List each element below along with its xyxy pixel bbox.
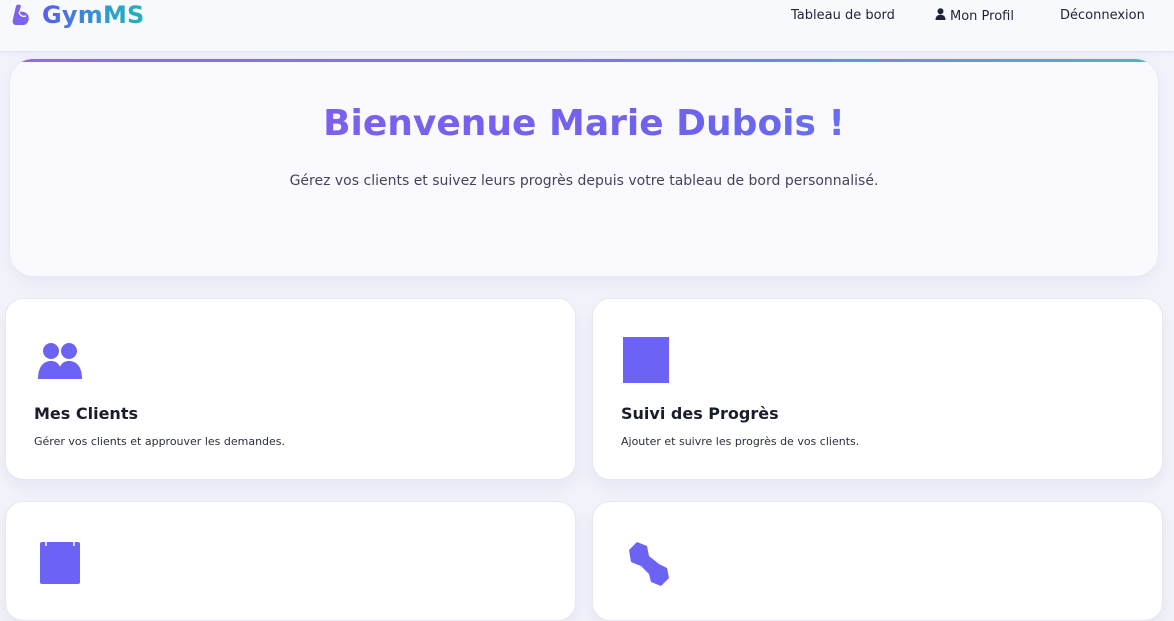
nav-logout-label: Déconnexion: [1060, 8, 1145, 23]
welcome-title: Bienvenue Marie Dubois !: [10, 103, 1158, 144]
users-icon: [34, 335, 86, 387]
nav-profile-link[interactable]: Mon Profil: [935, 8, 1014, 24]
welcome-subtitle: Gérez vos clients et suivez leurs progrè…: [289, 173, 879, 189]
nav-dashboard-link[interactable]: Tableau de bord: [791, 8, 895, 23]
calendar-icon: [34, 538, 86, 590]
nav-logout-link[interactable]: Déconnexion: [1060, 8, 1145, 23]
top-navbar: GymMS Tableau de bord Mon Profil Déconne…: [0, 0, 1174, 52]
hero-accent-bar: [10, 59, 1158, 62]
card-title: Suivi des Progrès: [621, 404, 779, 423]
card-calendar[interactable]: [5, 501, 576, 621]
card-tools[interactable]: [592, 501, 1163, 621]
card-description: Gérer vos clients et approuver les deman…: [34, 435, 286, 448]
card-clients[interactable]: Mes Clients Gérer vos clients et approuv…: [5, 298, 576, 480]
square-chart-icon: [621, 335, 673, 387]
welcome-hero: Bienvenue Marie Dubois ! Gérez vos clien…: [9, 58, 1159, 277]
wrench-icon: [621, 538, 673, 590]
card-progress[interactable]: Suivi des Progrès Ajouter et suivre les …: [592, 298, 1163, 480]
nav-profile-label: Mon Profil: [950, 8, 1014, 24]
nav-dashboard-label: Tableau de bord: [791, 8, 895, 23]
user-icon: [935, 8, 946, 24]
nav-links: Tableau de bord Mon Profil Déconnexion: [0, 0, 1174, 30]
card-title: Mes Clients: [34, 404, 138, 423]
card-description: Ajouter et suivre les progrès de vos cli…: [621, 435, 860, 448]
